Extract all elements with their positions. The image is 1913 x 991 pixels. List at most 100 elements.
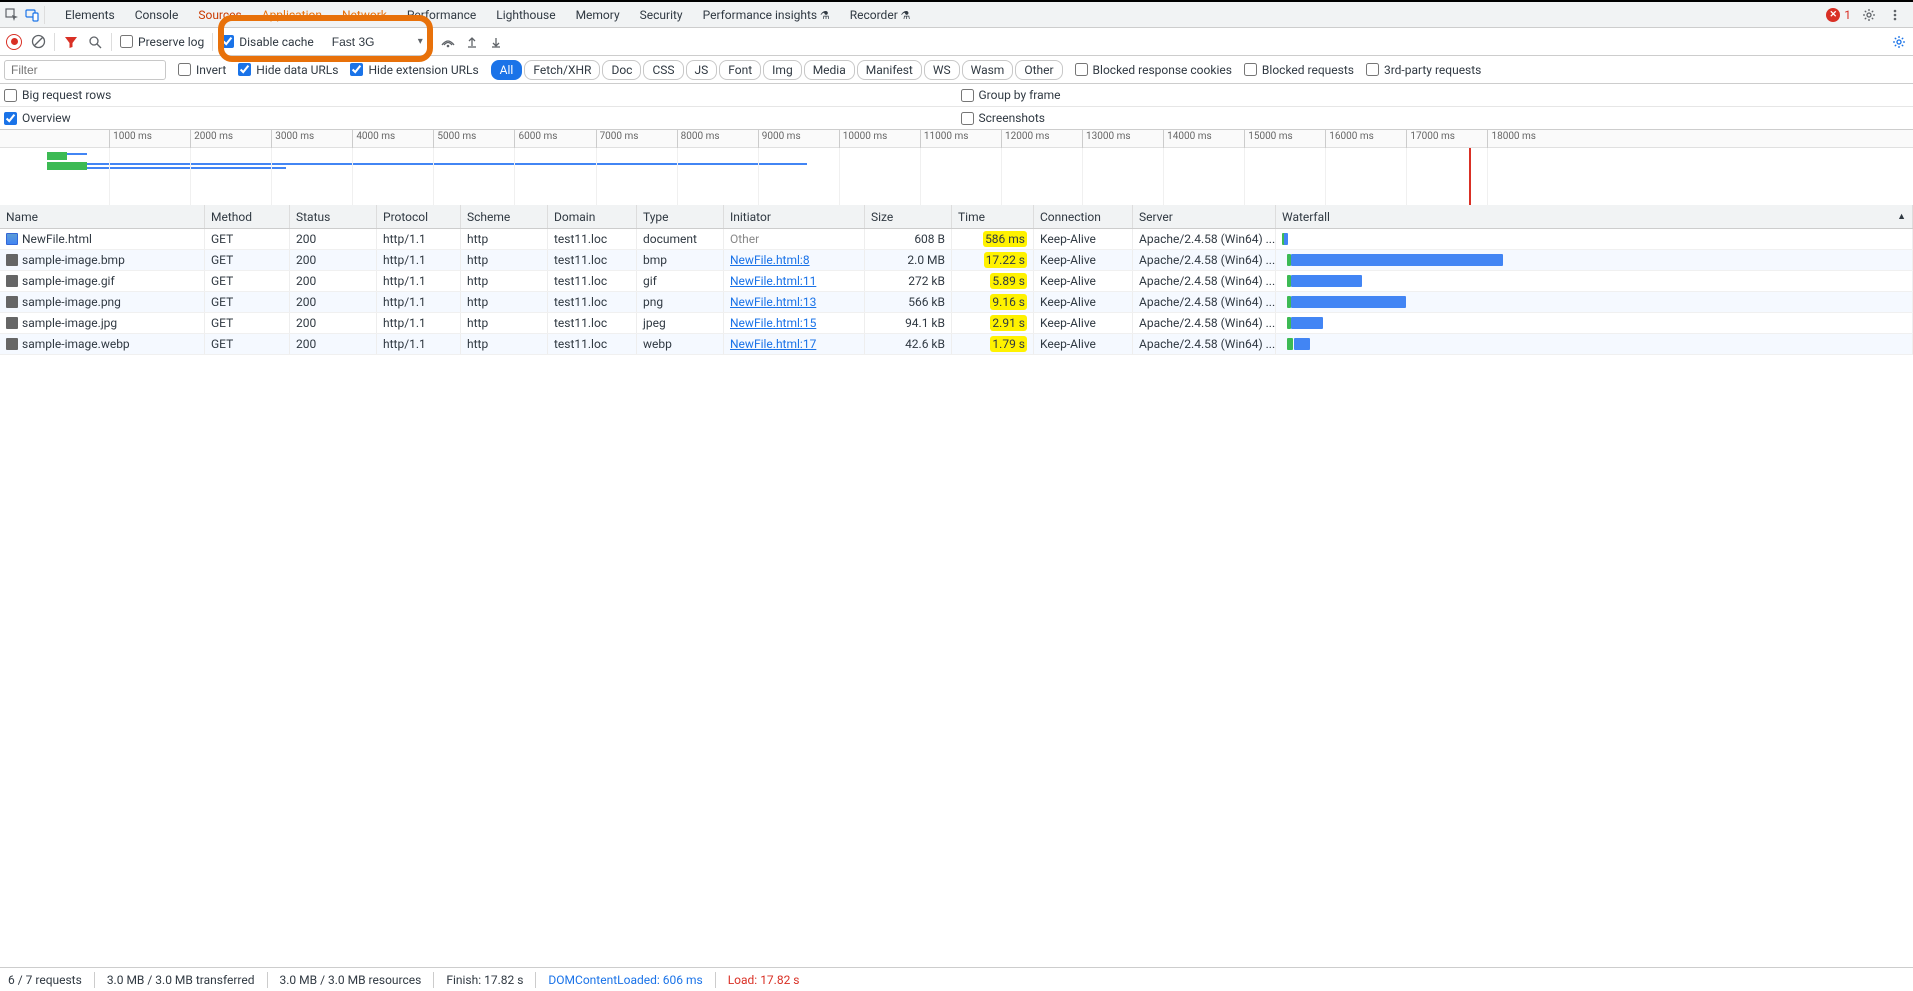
cell: NewFile.html:11	[724, 271, 865, 291]
device-toggle-icon[interactable]	[24, 7, 40, 23]
tab-lighthouse[interactable]: Lighthouse	[486, 3, 565, 27]
cell: Apache/2.4.58 (Win64) ...	[1133, 229, 1276, 249]
third-party-checkbox[interactable]: 3rd-party requests	[1366, 63, 1481, 77]
initiator-link[interactable]: NewFile.html:8	[730, 253, 810, 267]
filter-type-font[interactable]: Font	[719, 60, 761, 80]
filter-icon[interactable]	[63, 34, 79, 50]
tab-memory[interactable]: Memory	[566, 3, 630, 27]
table-row[interactable]: sample-image.jpgGET200http/1.1httptest11…	[0, 313, 1913, 334]
filter-type-other[interactable]: Other	[1015, 60, 1062, 80]
hide-ext-label: Hide extension URLs	[368, 63, 478, 77]
filter-type-js[interactable]: JS	[686, 60, 718, 80]
column-initiator[interactable]: Initiator	[724, 205, 865, 228]
cell: http	[461, 250, 548, 270]
disable-cache-checkbox[interactable]: Disable cache	[221, 35, 314, 49]
table-row[interactable]: NewFile.htmlGET200http/1.1httptest11.loc…	[0, 229, 1913, 250]
invert-checkbox[interactable]: Invert	[178, 63, 226, 77]
column-name[interactable]: Name	[0, 205, 205, 228]
column-method[interactable]: Method	[205, 205, 290, 228]
tab-security[interactable]: Security	[630, 3, 693, 27]
hide-data-urls-checkbox[interactable]: Hide data URLs	[238, 63, 338, 77]
column-protocol[interactable]: Protocol	[377, 205, 461, 228]
timeline-overview[interactable]: 1000 ms2000 ms3000 ms4000 ms5000 ms6000 …	[0, 130, 1913, 205]
column-scheme[interactable]: Scheme	[461, 205, 548, 228]
timeline-tick: 5000 ms	[433, 130, 476, 148]
table-row[interactable]: sample-image.bmpGET200http/1.1httptest11…	[0, 250, 1913, 271]
cell: document	[637, 229, 724, 249]
network-settings-icon[interactable]	[1891, 34, 1907, 50]
initiator-text: Other	[730, 232, 759, 246]
error-indicator[interactable]: ✕1	[1826, 8, 1851, 22]
settings-icon[interactable]	[1861, 7, 1877, 23]
tab-application[interactable]: Application	[252, 3, 332, 27]
filter-input[interactable]	[4, 60, 166, 80]
throttle-select[interactable]: No throttlingFast 3GSlow 3GOffline ▾	[322, 35, 423, 49]
timeline-tick: 12000 ms	[1001, 130, 1050, 148]
hide-ext-urls-checkbox[interactable]: Hide extension URLs	[350, 63, 478, 77]
record-button[interactable]	[6, 34, 22, 50]
table-row[interactable]: sample-image.pngGET200http/1.1httptest11…	[0, 292, 1913, 313]
upload-har-icon[interactable]	[464, 34, 480, 50]
column-type[interactable]: Type	[637, 205, 724, 228]
download-har-icon[interactable]	[488, 34, 504, 50]
cell: GET	[205, 271, 290, 291]
blocked-requests-checkbox[interactable]: Blocked requests	[1244, 63, 1354, 77]
filter-type-fetch-xhr[interactable]: Fetch/XHR	[524, 60, 600, 80]
initiator-link[interactable]: NewFile.html:13	[730, 295, 816, 309]
tab-network[interactable]: Network	[332, 3, 397, 27]
preserve-log-checkbox[interactable]: Preserve log	[120, 35, 204, 49]
filter-type-doc[interactable]: Doc	[602, 60, 641, 80]
timeline-tick: 6000 ms	[514, 130, 557, 148]
search-icon[interactable]	[87, 34, 103, 50]
column-domain[interactable]: Domain	[548, 205, 637, 228]
cell: Apache/2.4.58 (Win64) ...	[1133, 292, 1276, 312]
third-party-label: 3rd-party requests	[1384, 63, 1481, 77]
filter-type-media[interactable]: Media	[804, 60, 855, 80]
table-body: NewFile.htmlGET200http/1.1httptest11.loc…	[0, 229, 1913, 967]
tab-sources[interactable]: Sources	[188, 3, 251, 27]
hide-data-label: Hide data URLs	[256, 63, 338, 77]
filter-type-css[interactable]: CSS	[643, 60, 683, 80]
network-conditions-icon[interactable]	[440, 34, 456, 50]
tab-recorder[interactable]: Recorder ⚗	[840, 3, 921, 27]
inspect-icon[interactable]	[4, 7, 20, 23]
filter-type-all[interactable]: All	[491, 60, 523, 80]
filter-type-ws[interactable]: WS	[924, 60, 960, 80]
clear-icon[interactable]	[30, 34, 46, 50]
column-status[interactable]: Status	[290, 205, 377, 228]
column-waterfall[interactable]: Waterfall▲	[1276, 205, 1913, 228]
screenshots-checkbox[interactable]: Screenshots	[961, 111, 1045, 125]
column-size[interactable]: Size	[865, 205, 952, 228]
timeline-tick: 11000 ms	[920, 130, 969, 148]
filter-type-manifest[interactable]: Manifest	[857, 60, 922, 80]
initiator-link[interactable]: NewFile.html:17	[730, 337, 816, 351]
initiator-link[interactable]: NewFile.html:15	[730, 316, 816, 330]
cell: NewFile.html:8	[724, 250, 865, 270]
table-row[interactable]: sample-image.gifGET200http/1.1httptest11…	[0, 271, 1913, 292]
column-server[interactable]: Server	[1133, 205, 1276, 228]
big-rows-checkbox[interactable]: Big request rows	[4, 88, 111, 102]
cell: 586 ms	[952, 229, 1034, 249]
separator	[212, 33, 213, 51]
column-time[interactable]: Time	[952, 205, 1034, 228]
blocked-cookies-checkbox[interactable]: Blocked response cookies	[1075, 63, 1232, 77]
group-frame-checkbox[interactable]: Group by frame	[961, 88, 1061, 102]
view-options-row-1: Big request rows Group by frame	[0, 84, 1913, 107]
overview-checkbox[interactable]: Overview	[4, 111, 71, 125]
tab-performance[interactable]: Performance	[397, 3, 486, 27]
cell: 272 kB	[865, 271, 952, 291]
filter-type-wasm[interactable]: Wasm	[962, 60, 1014, 80]
file-name: NewFile.html	[22, 232, 92, 246]
cell: 608 B	[865, 229, 952, 249]
table-row[interactable]: sample-image.webpGET200http/1.1httptest1…	[0, 334, 1913, 355]
column-connection[interactable]: Connection	[1034, 205, 1133, 228]
tab-performance-insights[interactable]: Performance insights ⚗	[693, 3, 840, 27]
initiator-link[interactable]: NewFile.html:11	[730, 274, 816, 288]
cell: 1.79 s	[952, 334, 1034, 354]
more-icon[interactable]	[1887, 7, 1903, 23]
cell: Other	[724, 229, 865, 249]
filter-type-img[interactable]: Img	[763, 60, 802, 80]
throttle-dropdown[interactable]: No throttlingFast 3GSlow 3GOffline	[332, 35, 415, 49]
tab-console[interactable]: Console	[125, 3, 189, 27]
tab-elements[interactable]: Elements	[55, 3, 125, 27]
